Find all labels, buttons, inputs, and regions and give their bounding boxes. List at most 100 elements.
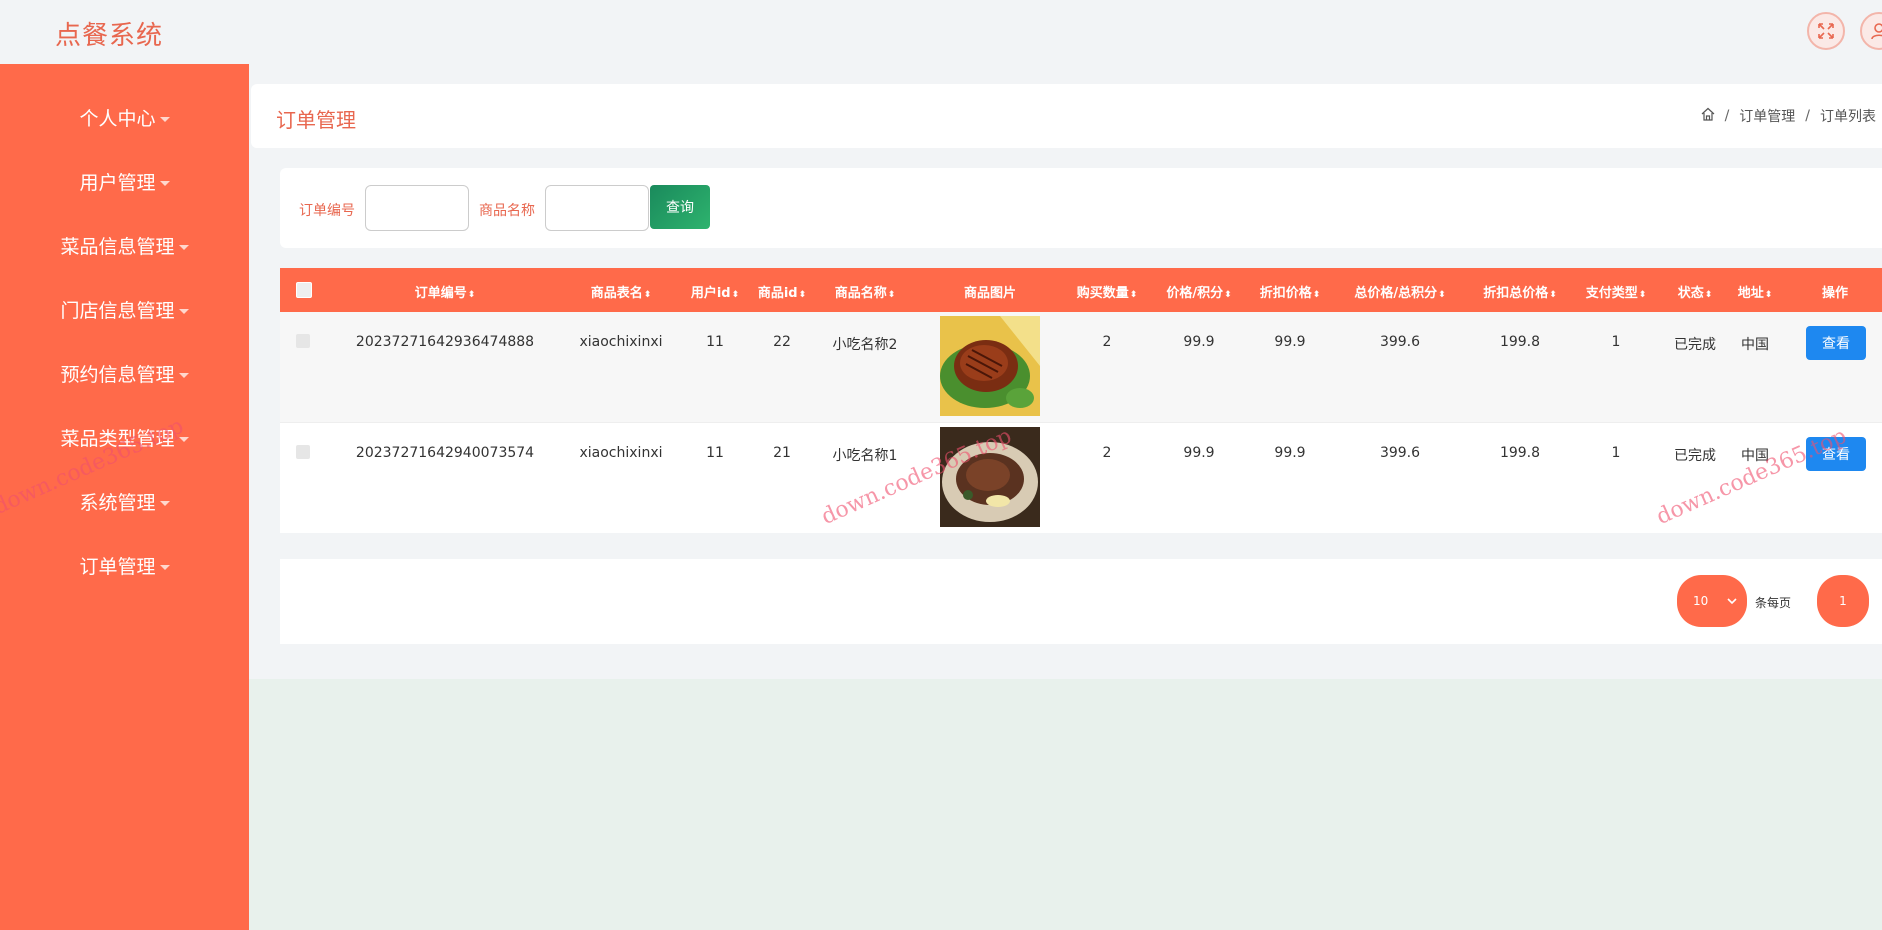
page-size-select[interactable]: 10 [1677,575,1747,627]
caret-down-icon [178,373,189,378]
column-header-product-name[interactable]: 商品名称⬍ [835,282,896,301]
breadcrumb-item: 订单列表 [1820,109,1876,125]
caret-down-icon [178,309,189,314]
sidebar-item-label: 系统管理 [79,492,156,514]
column-header-price[interactable]: 价格/积分⬍ [1166,282,1231,301]
sort-icon: ⬍ [1129,290,1138,300]
column-header-discount-price[interactable]: 折扣价格⬍ [1260,282,1321,301]
cell-discount-price: 99.9 [1274,334,1306,350]
cell-address: 中国 [1741,448,1769,464]
cell-user-id: 11 [706,334,724,350]
cell-product-id: 22 [773,334,791,350]
sort-icon: ⬍ [731,290,740,300]
sidebar-item-label: 用户管理 [79,172,156,194]
table-header: 订单编号⬍ 商品表名⬍ 用户id⬍ 商品id⬍ 商品名称⬍ 商品图片 购买数量⬍… [280,268,1882,312]
select-all-checkbox[interactable] [296,282,312,298]
sort-icon: ⬍ [887,290,896,300]
order-no-label: 订单编号 [299,203,355,219]
cell-total: 399.6 [1379,334,1421,350]
column-header-actions: 操作 [1821,286,1849,301]
user-icon[interactable] [1860,12,1882,50]
sidebar-item-dish-info[interactable]: 菜品信息管理 [0,232,249,259]
cell-price: 99.9 [1183,445,1215,461]
view-button[interactable]: 查看 [1806,437,1866,471]
column-header-address[interactable]: 地址⬍ [1738,282,1773,301]
fullscreen-icon[interactable] [1807,12,1845,50]
breadcrumb-separator: / [1805,108,1810,124]
page-number-button[interactable]: 1 [1817,575,1869,627]
sidebar-item-label: 菜品类型管理 [60,428,175,450]
sidebar-item-reservation-info[interactable]: 预约信息管理 [0,360,249,387]
column-header-product-image: 商品图片 [963,286,1017,301]
sidebar-item-personal-center[interactable]: 个人中心 [0,104,249,131]
cell-discount-price: 99.9 [1274,445,1306,461]
cell-order-no: 20237271642940073574 [355,445,535,461]
column-header-total[interactable]: 总价格/总积分⬍ [1354,282,1445,301]
product-name-label: 商品名称 [479,203,535,219]
sidebar-item-label: 菜品信息管理 [60,236,175,258]
column-header-status[interactable]: 状态⬍ [1678,282,1713,301]
sort-icon: ⬍ [1224,290,1232,300]
home-icon[interactable] [1701,107,1715,125]
sidebar-item-user-management[interactable]: 用户管理 [0,168,249,195]
table-row: 20237271642936474888 xiaochixinxi 11 22 … [280,312,1882,423]
order-no-input[interactable] [365,185,469,231]
sort-icon: ⬍ [643,290,652,300]
row-checkbox[interactable] [296,445,310,459]
cell-product-name: 小吃名称1 [832,448,898,464]
sort-icon: ⬍ [1549,290,1557,300]
search-button[interactable]: 查询 [650,185,710,229]
page-size-value: 10 [1693,594,1709,608]
breadcrumb-separator: / [1724,108,1730,124]
sidebar-item-label: 订单管理 [79,556,156,578]
cell-status: 已完成 [1674,337,1716,353]
sidebar-item-label: 预约信息管理 [60,364,175,386]
sort-icon: ⬍ [1764,290,1773,300]
cell-product-id: 21 [773,445,791,461]
sort-icon: ⬍ [1704,290,1713,300]
column-header-quantity[interactable]: 购买数量⬍ [1077,282,1138,301]
view-button[interactable]: 查看 [1806,326,1866,360]
column-header-discount-total[interactable]: 折扣总价格⬍ [1483,282,1557,301]
column-header-product-id[interactable]: 商品id⬍ [758,282,806,301]
app-title: 点餐系统 [55,21,164,51]
sidebar-item-dish-type[interactable]: 菜品类型管理 [0,424,249,451]
table-row: 20237271642940073574 xiaochixinxi 11 21 … [280,423,1882,533]
cell-pay-type: 1 [1611,334,1621,350]
breadcrumb: / 订单管理 / 订单列表 [1701,106,1876,126]
caret-down-icon [159,181,170,186]
cell-quantity: 2 [1102,334,1112,350]
pagination: 10 条每页 1 [280,559,1882,644]
breadcrumb-item[interactable]: 订单管理 [1739,106,1795,126]
cell-total: 399.6 [1379,445,1421,461]
sort-icon: ⬍ [1438,290,1446,300]
top-bar: 点餐系统 [0,0,1882,64]
sort-icon: ⬍ [1638,290,1647,300]
cell-pay-type: 1 [1611,445,1621,461]
row-checkbox[interactable] [296,334,310,348]
sidebar-item-orders[interactable]: 订单管理 [0,552,249,579]
column-header-order-no[interactable]: 订单编号⬍ [415,282,476,301]
cell-discount-total: 199.8 [1499,334,1541,350]
cell-table-name: xiaochixinxi [579,334,663,350]
column-header-pay-type[interactable]: 支付类型⬍ [1586,282,1647,301]
sidebar-item-label: 个人中心 [79,108,156,130]
caret-down-icon [159,565,170,570]
cell-user-id: 11 [706,445,724,461]
caret-down-icon [178,437,189,442]
cell-table-name: xiaochixinxi [579,445,663,461]
sidebar-item-store-info[interactable]: 门店信息管理 [0,296,249,323]
orders-table: 订单编号⬍ 商品表名⬍ 用户id⬍ 商品id⬍ 商品名称⬍ 商品图片 购买数量⬍… [280,268,1882,533]
column-header-user-id[interactable]: 用户id⬍ [691,282,739,301]
caret-down-icon [159,501,170,506]
sidebar-item-system[interactable]: 系统管理 [0,488,249,515]
sort-icon: ⬍ [1312,290,1321,300]
chevron-down-icon [1727,598,1737,605]
caret-down-icon [159,117,170,122]
search-panel: 订单编号 商品名称 查询 [280,168,1882,248]
product-name-input[interactable] [545,185,649,231]
column-header-table-name[interactable]: 商品表名⬍ [591,282,652,301]
sidebar: 个人中心 用户管理 菜品信息管理 门店信息管理 预约信息管理 菜品类型管理 系统… [0,64,249,930]
caret-down-icon [178,245,189,250]
page-title: 订单管理 [276,108,356,132]
